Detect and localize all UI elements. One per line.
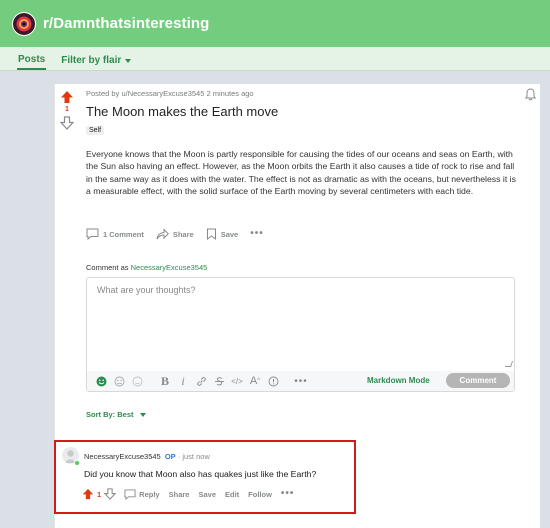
comments-label: 1 Comment	[103, 229, 144, 239]
reply-button[interactable]: Reply	[124, 488, 160, 500]
reply-label: Reply	[139, 489, 160, 499]
online-status-dot	[74, 460, 80, 466]
comment-text: Did you know that Moon also has quakes j…	[84, 469, 317, 479]
post-score: 1	[65, 106, 69, 113]
italic-icon[interactable]: i	[175, 373, 191, 389]
bookmark-icon	[206, 228, 216, 240]
comment-input[interactable]	[87, 278, 514, 370]
share-label: Share	[172, 229, 194, 239]
emoji-gif-icon[interactable]	[111, 373, 127, 389]
post-meta: Posted by u/NecessaryExcuse3545 2 minute…	[86, 89, 254, 98]
comment-icon	[86, 228, 99, 240]
comment-as-label: Comment as NecessaryExcuse3545	[86, 263, 207, 272]
highlighted-comment: NecessaryExcuse3545 OP · just now Did yo…	[54, 440, 356, 514]
comment-share-button[interactable]: Share	[169, 490, 190, 499]
share-button[interactable]: Share	[156, 228, 194, 240]
tab-posts[interactable]: Posts	[17, 54, 47, 70]
comment-actions: 1 Reply Share Save Edit Follow •••	[82, 488, 294, 500]
code-icon[interactable]: </>	[229, 373, 245, 389]
save-label: Save	[220, 229, 239, 239]
op-badge: OP	[164, 452, 176, 461]
comments-button[interactable]: 1 Comment	[86, 228, 144, 240]
comment-icon	[124, 488, 136, 500]
strikethrough-icon[interactable]	[211, 373, 227, 389]
sort-label: Sort By: Best	[86, 410, 134, 419]
comment-as-prefix: Comment as	[86, 263, 131, 272]
post-title[interactable]: The Moon makes the Earth move	[86, 104, 278, 119]
post-flair[interactable]: Self	[86, 126, 105, 135]
comment-submit-button[interactable]: Comment	[446, 373, 510, 388]
markdown-mode-button[interactable]: Markdown Mode	[367, 376, 430, 385]
comment-editor: B i </> A^ ••• Markdown Mode Comment	[86, 277, 515, 392]
comment-save-button[interactable]: Save	[198, 490, 216, 499]
more-formatting-icon[interactable]: •••	[293, 373, 309, 389]
caret-down-icon	[125, 58, 132, 63]
subreddit-name[interactable]: r/Damnthatsinteresting	[43, 15, 209, 32]
comment-score: 1	[97, 489, 102, 499]
upvote-icon[interactable]	[60, 90, 74, 104]
comment-meta: NecessaryExcuse3545 OP · just now	[84, 452, 210, 461]
subreddit-banner: r/Damnthatsinteresting	[0, 0, 550, 47]
caret-down-icon	[139, 412, 146, 417]
save-button[interactable]: Save	[206, 228, 239, 240]
share-icon	[156, 228, 169, 240]
downvote-icon[interactable]	[104, 488, 117, 500]
comment-author[interactable]: NecessaryExcuse3545	[84, 452, 161, 461]
comment-as-username[interactable]: NecessaryExcuse3545	[131, 263, 208, 272]
subreddit-avatar-icon[interactable]	[12, 11, 36, 36]
comment-edit-button[interactable]: Edit	[225, 490, 239, 499]
bell-icon[interactable]	[525, 88, 536, 101]
sticker-icon[interactable]	[129, 373, 145, 389]
filter-by-flair-dropdown[interactable]: Filter by flair	[60, 55, 132, 70]
more-options-button[interactable]: •••	[250, 229, 264, 239]
upvote-icon[interactable]	[82, 488, 94, 500]
spoiler-icon[interactable]	[265, 373, 281, 389]
sort-dropdown[interactable]: Sort By: Best	[86, 410, 146, 419]
post-vote-column: 1	[59, 90, 75, 130]
post-body: Everyone knows that the Moon is partly r…	[86, 149, 516, 197]
link-icon[interactable]	[193, 373, 209, 389]
comment-follow-button[interactable]: Follow	[248, 490, 272, 499]
filter-by-flair-label: Filter by flair	[61, 55, 122, 66]
post-actions: 1 Comment Share Save •••	[86, 226, 264, 242]
comment-more-options-button[interactable]: •••	[281, 489, 295, 499]
bold-icon[interactable]: B	[157, 373, 173, 389]
downvote-icon[interactable]	[60, 116, 74, 130]
comment-time: · just now	[177, 452, 210, 461]
editor-toolbar: B i </> A ^ ••• Markdown Mode Comment	[87, 371, 514, 391]
subreddit-subnav: Posts Filter by flair	[0, 47, 550, 71]
superscript-icon[interactable]: A ^	[247, 373, 263, 389]
emoji-icon[interactable]	[93, 373, 109, 389]
